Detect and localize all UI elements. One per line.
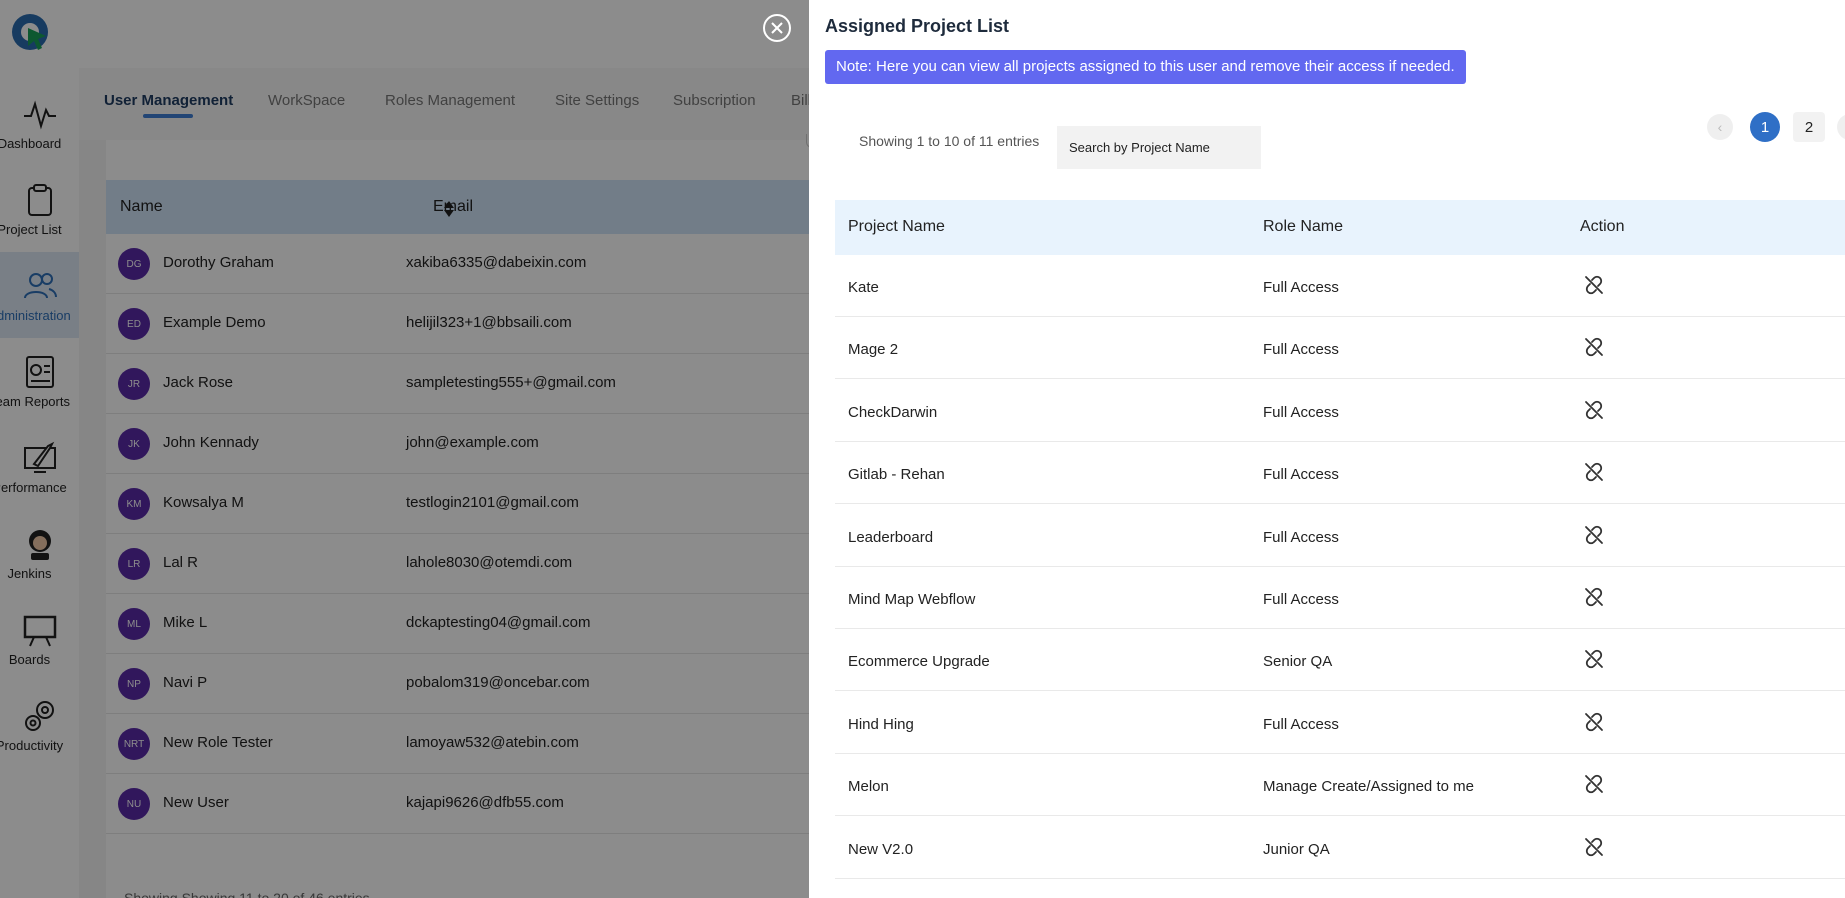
unlink-icon[interactable]	[1583, 836, 1605, 858]
table-row: CheckDarwin Full Access	[835, 380, 1845, 442]
unlink-icon[interactable]	[1583, 648, 1605, 670]
unlink-icon[interactable]	[1583, 461, 1605, 483]
project-name: Mind Map Webflow	[848, 591, 976, 608]
pagination-next-button[interactable]	[1837, 114, 1845, 140]
unlink-icon[interactable]	[1583, 399, 1605, 421]
role-name: Junior QA	[1263, 840, 1330, 858]
drawer-title: Assigned Project List	[825, 16, 1010, 36]
close-icon[interactable]	[762, 13, 792, 43]
column-header-action: Action	[1580, 218, 1625, 235]
unlink-icon[interactable]	[1583, 586, 1605, 608]
table-row: Gitlab - Rehan Full Access	[835, 442, 1845, 505]
project-name: Mage 2	[848, 341, 899, 359]
assigned-projects-drawer: Assigned Project List Note: Here you can…	[809, 0, 1845, 898]
project-name: CheckDarwin	[848, 403, 938, 421]
project-name: Leaderboard	[848, 528, 934, 546]
unlink-icon[interactable]	[1583, 773, 1605, 795]
project-name: Ecommerce Upgrade	[848, 653, 990, 671]
project-name: Hind Hing	[848, 715, 914, 733]
table-row: Leaderboard Full Access	[835, 505, 1845, 567]
table-row: Kate Full Access	[835, 255, 1845, 317]
project-name: Melon	[848, 778, 889, 796]
project-search-input[interactable]	[1057, 126, 1261, 169]
role-name: Full Access	[1263, 528, 1339, 546]
table-row: Mind Map Webflow Full Access	[835, 567, 1845, 629]
pagination-page-1[interactable]: 1	[1750, 112, 1780, 142]
role-name: Full Access	[1263, 403, 1339, 421]
table-row: Hind Hing Full Access	[835, 692, 1845, 754]
table-row: Ecommerce Upgrade Senior QA	[835, 629, 1845, 692]
unlink-icon[interactable]	[1583, 711, 1605, 733]
entries-summary: Showing 1 to 10 of 11 entries	[859, 133, 1040, 149]
role-name: Full Access	[1263, 591, 1339, 608]
role-name: Senior QA	[1263, 653, 1333, 671]
info-note: Note: Here you can view all projects ass…	[825, 50, 1466, 84]
table-row: Mage 2 Full Access	[835, 317, 1845, 380]
projects-table-header: Project Name Role Name Action	[835, 200, 1845, 255]
project-name: Kate	[848, 279, 879, 296]
column-header-project-name: Project Name	[848, 218, 945, 235]
unlink-icon[interactable]	[1583, 336, 1605, 358]
table-row: New V2.0 Junior QA	[835, 817, 1845, 879]
role-name: Full Access	[1263, 341, 1339, 359]
unlink-icon[interactable]	[1583, 524, 1605, 546]
table-row: Melon Manage Create/Assigned to me	[835, 754, 1845, 817]
project-name: Gitlab - Rehan	[848, 466, 945, 484]
column-header-role-name: Role Name	[1263, 218, 1344, 235]
unlink-icon[interactable]	[1583, 274, 1605, 296]
role-name: Full Access	[1263, 279, 1339, 296]
role-name: Manage Create/Assigned to me	[1263, 778, 1474, 796]
project-name: New V2.0	[848, 840, 914, 858]
pagination-page-2[interactable]: 2	[1793, 112, 1825, 142]
role-name: Full Access	[1263, 466, 1339, 484]
pagination-prev-button[interactable]: ‹	[1707, 114, 1733, 140]
role-name: Full Access	[1263, 715, 1339, 733]
